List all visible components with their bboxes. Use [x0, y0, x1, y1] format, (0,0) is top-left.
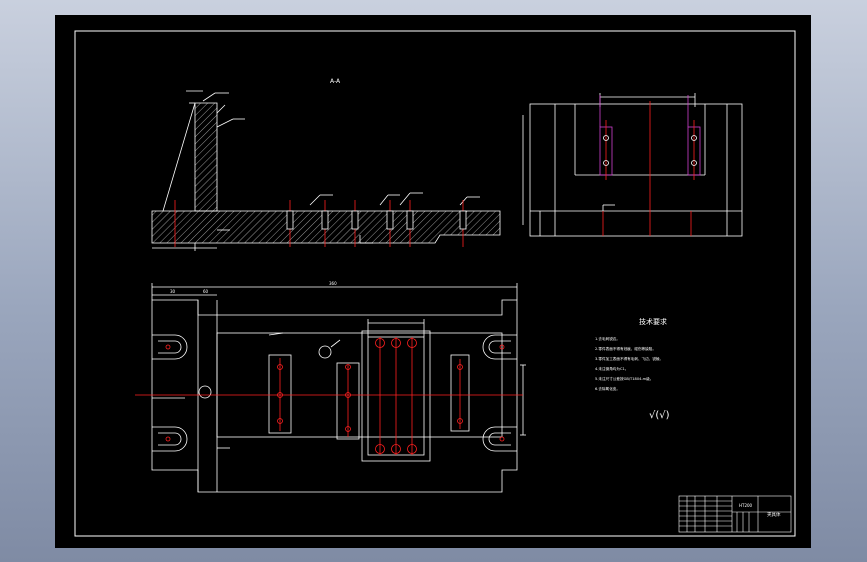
- section-label: A-A: [330, 78, 341, 85]
- section-view: A-A: [151, 78, 501, 251]
- drawing-sheet: A-A 360 30 60 技术要求 1.去毛刺锐边。 2.零件表面不得有划痕、…: [55, 15, 811, 548]
- dim-left-offset: 30: [170, 289, 176, 294]
- note-4: 4.未注倒角均为C1。: [595, 366, 628, 371]
- title-block-part-name: 夹具体: [767, 511, 781, 518]
- cad-drawing: A-A 360 30 60 技术要求 1.去毛刺锐边。 2.零件表面不得有划痕、…: [74, 30, 796, 537]
- drawing-frame: [74, 30, 796, 537]
- title-block: HT200 夹具体: [678, 495, 792, 533]
- roughness-symbol: √(√): [649, 410, 670, 421]
- dim-pad-width: 60: [203, 289, 209, 294]
- note-3: 3.零件加工表面不得有毛刺、飞边、锐棱。: [595, 356, 663, 361]
- dim-overall-length: 360: [329, 281, 337, 286]
- plan-view: 360 30 60: [135, 281, 526, 493]
- title-block-material: HT200: [739, 503, 753, 508]
- technical-notes: 技术要求 1.去毛刺锐边。 2.零件表面不得有划痕、碰伤等缺陷。 3.零件加工表…: [595, 317, 670, 421]
- note-1: 1.去毛刺锐边。: [595, 336, 620, 341]
- note-2: 2.零件表面不得有划痕、碰伤等缺陷。: [595, 346, 656, 351]
- note-6: 6.去除氧化皮。: [595, 386, 620, 391]
- notes-title: 技术要求: [639, 317, 667, 326]
- note-5: 5.未注尺寸公差按GB/T1804-m级。: [595, 376, 653, 381]
- side-view: [522, 93, 743, 237]
